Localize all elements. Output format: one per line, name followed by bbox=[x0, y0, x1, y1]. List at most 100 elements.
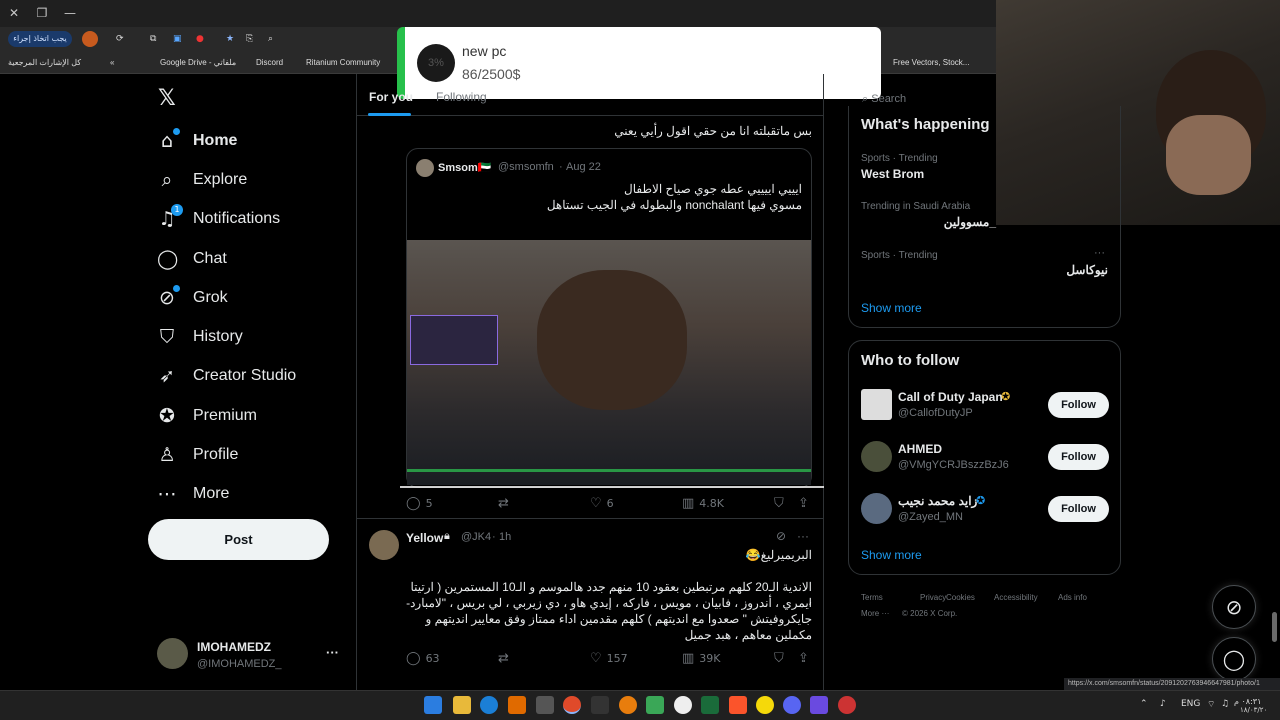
share-button[interactable]: ⇪ bbox=[798, 651, 809, 666]
trend-item[interactable]: نيوكاسل bbox=[861, 263, 1108, 277]
bookmark-freevectors[interactable]: Free Vectors, Stock... bbox=[893, 55, 969, 71]
messages-fab-icon[interactable]: ◯ bbox=[1212, 637, 1256, 681]
app-icon[interactable] bbox=[810, 696, 828, 714]
quote-video[interactable] bbox=[407, 240, 811, 485]
grok-post-icon[interactable]: ⊘ bbox=[776, 529, 786, 543]
start-icon[interactable] bbox=[424, 696, 442, 714]
screenshot-icon[interactable]: ⟳ bbox=[116, 31, 130, 47]
bookmark-ritanium[interactable]: Ritanium Community bbox=[306, 55, 380, 71]
account-avatar[interactable] bbox=[157, 638, 188, 669]
repost-button[interactable]: ⇄ bbox=[498, 496, 509, 511]
app-icon[interactable] bbox=[646, 696, 664, 714]
edge-icon[interactable] bbox=[480, 696, 498, 714]
language-indicator[interactable]: ENG bbox=[1181, 699, 1200, 709]
restore-window-icon[interactable]: ❐ bbox=[32, 4, 52, 22]
nav-explore[interactable]: ⌕ Explore bbox=[157, 165, 248, 195]
post-button[interactable]: Post bbox=[148, 519, 329, 560]
chrome-icon[interactable] bbox=[563, 696, 581, 714]
footer-privacy[interactable]: Privacy bbox=[920, 593, 946, 602]
post2-separator: · bbox=[492, 531, 496, 543]
repost-button[interactable]: ⇄ bbox=[498, 651, 509, 666]
chevron-left-icon[interactable]: « bbox=[110, 55, 114, 71]
app-icon[interactable] bbox=[701, 696, 719, 714]
verified-badge-icon: ✪ bbox=[1001, 391, 1011, 403]
nav-creator-studio[interactable]: ➶ Creator Studio bbox=[157, 361, 296, 391]
nav-chat[interactable]: ◯ Chat bbox=[157, 244, 227, 274]
footer-terms[interactable]: Terms bbox=[861, 593, 883, 602]
follow-avatar[interactable] bbox=[861, 441, 892, 472]
blender-icon[interactable] bbox=[619, 696, 637, 714]
follow-name[interactable]: Call of Duty Japan bbox=[898, 390, 1003, 404]
bookmark-all[interactable]: كل الإشارات المرجعية bbox=[8, 55, 81, 71]
file-explorer-icon[interactable] bbox=[453, 696, 471, 714]
bookmark-discord[interactable]: Discord bbox=[256, 55, 283, 71]
mic-icon[interactable]: ♪ bbox=[1160, 699, 1166, 709]
app-icon[interactable] bbox=[756, 696, 774, 714]
bookmark-button[interactable]: ⛉ bbox=[774, 496, 784, 511]
nav-notifications[interactable]: ♫ 1 Notifications bbox=[157, 204, 280, 234]
app-icon[interactable] bbox=[591, 696, 609, 714]
follow-avatar[interactable] bbox=[861, 389, 892, 420]
follow-avatar[interactable] bbox=[861, 493, 892, 524]
post2-avatar[interactable] bbox=[369, 530, 399, 560]
zoom-icon[interactable]: ⌕ bbox=[268, 31, 282, 47]
follow-button[interactable]: Follow bbox=[1048, 496, 1109, 522]
grok-fab-icon[interactable]: ⊘ bbox=[1212, 585, 1256, 629]
translate-icon[interactable]: ▣ bbox=[173, 31, 187, 47]
footer-more[interactable]: More ··· bbox=[861, 609, 889, 618]
nav-grok[interactable]: ⊘ Grok bbox=[157, 283, 228, 313]
share-icon[interactable]: ⎘ bbox=[246, 31, 260, 47]
views-button[interactable]: ▥ 4.8K bbox=[682, 496, 724, 511]
clock-date[interactable]: ١٨/٠٣/٢٠ bbox=[1240, 706, 1267, 714]
app-icon[interactable] bbox=[536, 696, 554, 714]
app-icon[interactable] bbox=[508, 696, 526, 714]
footer-cookies[interactable]: Cookies bbox=[946, 593, 975, 602]
brave-icon[interactable] bbox=[729, 696, 747, 714]
views-button[interactable]: ▥ 39K bbox=[682, 651, 721, 666]
footer-accessibility[interactable]: Accessibility bbox=[994, 593, 1038, 602]
follow-button[interactable]: Follow bbox=[1048, 392, 1109, 418]
wifi-icon[interactable]: ⌔ bbox=[1207, 699, 1215, 710]
nav-history[interactable]: ⛉ History bbox=[157, 322, 243, 352]
app-icon[interactable] bbox=[838, 696, 856, 714]
nav-more[interactable]: ⋯ More bbox=[157, 479, 230, 509]
bookmark-button[interactable]: ⛉ bbox=[774, 651, 784, 666]
post2-author[interactable]: Yellow bbox=[406, 531, 443, 545]
tab-for-you[interactable]: For you bbox=[369, 90, 413, 104]
nav-premium[interactable]: ✪ Premium bbox=[157, 401, 257, 431]
bookmark-drive[interactable]: Google Drive - ملفاتي bbox=[160, 55, 236, 71]
like-button[interactable]: ♡ 6 bbox=[590, 496, 614, 511]
star-icon[interactable]: ★ bbox=[226, 31, 240, 47]
follow-show-more[interactable]: Show more bbox=[861, 548, 922, 562]
reply-button[interactable]: ◯ 5 bbox=[406, 496, 433, 511]
trend-item[interactable]: West Brom bbox=[861, 167, 924, 181]
nav-profile[interactable]: ♙ Profile bbox=[157, 440, 238, 470]
trends-show-more[interactable]: Show more bbox=[861, 301, 922, 315]
footer-ads[interactable]: Ads info bbox=[1058, 593, 1087, 602]
trend-item[interactable]: _مسوولين bbox=[861, 215, 996, 229]
tab-following[interactable]: Following bbox=[436, 90, 487, 104]
extensions-icon[interactable]: ⧉ bbox=[150, 31, 164, 47]
tray-chevron-icon[interactable]: ⌃ bbox=[1140, 699, 1148, 709]
volume-icon[interactable]: ♫ bbox=[1221, 699, 1229, 709]
trend-more-icon[interactable]: ··· bbox=[1094, 247, 1105, 259]
discord-icon[interactable] bbox=[783, 696, 801, 714]
follow-button[interactable]: Follow bbox=[1048, 444, 1109, 470]
extension-icon[interactable] bbox=[82, 31, 98, 47]
account-more-icon[interactable]: ··· bbox=[326, 645, 339, 660]
close-window-icon[interactable]: ✕ bbox=[4, 4, 24, 22]
clock-time[interactable]: ٠٨:٣١ م bbox=[1234, 697, 1261, 706]
like-button[interactable]: ♡ 157 bbox=[590, 651, 628, 666]
minimize-window-icon[interactable]: — bbox=[60, 4, 80, 22]
x-logo-icon[interactable]: 𝕏 bbox=[158, 86, 176, 111]
page-scrollbar[interactable] bbox=[1272, 612, 1277, 642]
app-icon[interactable] bbox=[674, 696, 692, 714]
action-required-pill[interactable]: يجب اتخاذ إجراء bbox=[8, 31, 72, 47]
nav-home[interactable]: ⌂ Home bbox=[157, 126, 237, 156]
record-icon[interactable]: ● bbox=[196, 31, 210, 47]
follow-name[interactable]: زايد محمد نجيب bbox=[898, 494, 977, 508]
reply-button[interactable]: ◯ 63 bbox=[406, 651, 440, 666]
follow-name[interactable]: AHMED bbox=[898, 442, 942, 456]
share-button[interactable]: ⇪ bbox=[798, 496, 809, 511]
post-more-icon[interactable]: ··· bbox=[797, 529, 809, 543]
